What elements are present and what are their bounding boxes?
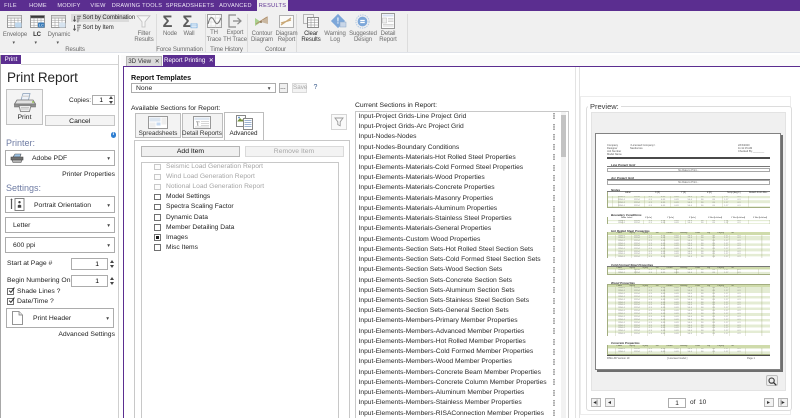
svg-text:LC: LC: [39, 23, 44, 27]
svg-text:!: !: [337, 17, 340, 26]
svg-text:T: T: [196, 121, 200, 127]
